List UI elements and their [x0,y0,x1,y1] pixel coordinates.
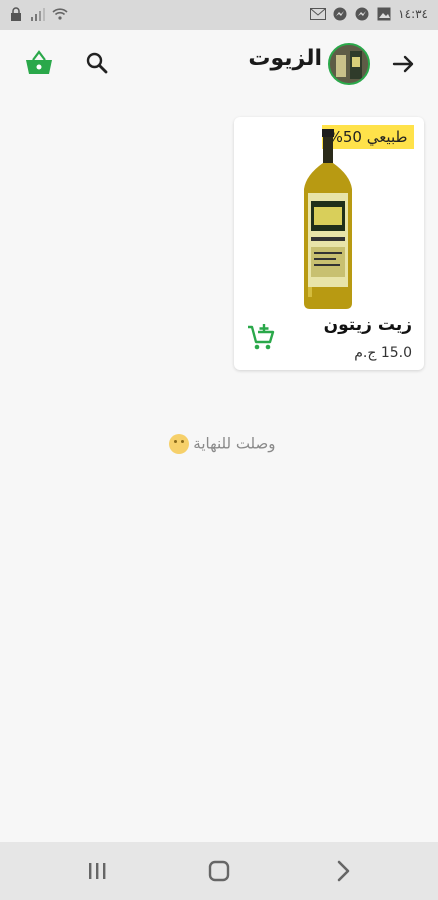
status-bar: ١٤:٣٤ [0,0,438,30]
nav-back-icon[interactable] [330,858,356,884]
system-nav-bar [0,842,438,900]
end-message-text: وصلت للنهاية [193,434,276,453]
page-title: الزيوت [248,46,322,71]
signal-icon [30,6,46,22]
messenger-icon [332,6,348,22]
basket-icon[interactable] [24,49,54,77]
smile-icon [168,434,189,454]
gmail-icon [310,6,327,22]
sim-lock-icon [8,6,24,22]
end-of-list-message: وصلت للنهاية [0,434,438,454]
product-name: زيت زيتون [323,315,412,335]
home-icon[interactable] [206,858,232,884]
image-icon [376,6,392,22]
search-icon[interactable] [84,50,110,76]
app-bar: الزيوت [0,30,438,98]
avatar [328,43,370,85]
recent-apps-icon[interactable] [84,858,110,884]
product-price: 15.0 ج.م [354,345,412,361]
arrow-right-icon[interactable] [390,50,418,78]
add-to-cart-icon[interactable] [246,323,276,353]
product-card[interactable]: طبيعي 50% زيت زيتون 15.0 ج.م [234,117,424,370]
status-time: ١٤:٣٤ [398,7,428,21]
product-image [296,127,360,313]
messenger-icon [354,6,370,22]
wifi-icon [52,6,68,22]
